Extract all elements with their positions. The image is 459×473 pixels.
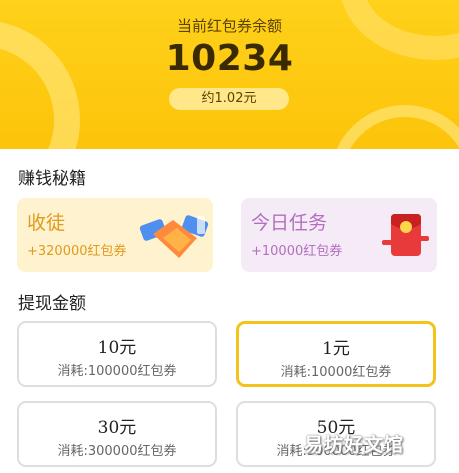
balance-header: 当前红包券余额 10234 约1.02元	[0, 0, 459, 149]
withdraw-amount: 10元	[97, 338, 137, 358]
task-name: 收徒	[27, 212, 66, 234]
task-reward: +10000红包券	[251, 244, 343, 259]
balance-label: 当前红包券余额	[176, 17, 282, 35]
balance-approx-badge: 约1.02元	[169, 88, 289, 110]
withdraw-section-title: 提现金额	[18, 294, 86, 314]
withdraw-amount: 30元	[97, 418, 137, 438]
withdraw-option-1[interactable]: 1元 消耗:10000红包券	[236, 321, 436, 387]
withdraw-cost: 消耗:10000红包券	[280, 365, 392, 380]
task-card-apprentice[interactable]: 收徒 +320000红包券	[17, 198, 213, 272]
balance-value: 10234	[165, 38, 294, 79]
handshake-icon	[139, 215, 209, 258]
task-reward: +320000红包券	[27, 244, 127, 259]
earn-section-title: 赚钱秘籍	[18, 169, 86, 189]
task-name: 今日任务	[251, 212, 328, 234]
site-watermark: 易坊好文馆	[304, 434, 405, 456]
withdraw-option-30[interactable]: 30元 消耗:300000红包券	[17, 401, 217, 467]
withdraw-cost: 消耗:100000红包券	[57, 364, 177, 379]
withdraw-amount: 1元	[322, 339, 350, 359]
red-envelope-icon	[382, 214, 429, 256]
withdraw-cost: 消耗:300000红包券	[57, 444, 177, 459]
withdraw-option-10[interactable]: 10元 消耗:100000红包券	[17, 321, 217, 387]
task-card-daily[interactable]: 今日任务 +10000红包券	[241, 198, 437, 272]
decor-ring	[330, 105, 459, 149]
